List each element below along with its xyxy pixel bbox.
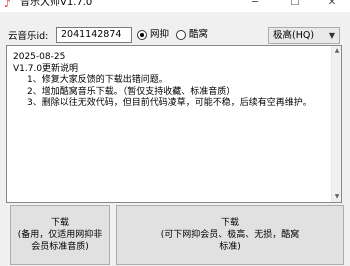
notes-date: 2025-08-25 [13,52,66,62]
download-backup-button[interactable]: 下载 (备用，仅适用网抑非 会员标准音质) [10,205,110,265]
radio-kuwo-label: 酷窝 [189,29,209,40]
download-main-title: 下载 [220,218,239,228]
vertical-scrollbar[interactable]: ▲ ▼ [331,46,341,202]
id-input[interactable]: 2041142874 [56,27,132,43]
release-notes-box[interactable]: 2025-08-25 V1.7.0更新说明 1、修复大家反馈的下载出错问题。 2… [6,45,342,203]
music-note-icon: ♪ [4,0,12,10]
title-bar: ♪ 音乐大师V1.7.0 ─ ☐ ✕ [0,0,350,12]
download-backup-desc: (备用，仅适用网抑非 [17,230,103,240]
download-backup-title: 下载 [50,218,69,228]
notes-heading: V1.7.0更新说明 [13,63,79,74]
radio-unselected-icon [176,30,186,40]
radio-selected-icon [137,30,147,40]
download-main-desc: 标准) [219,242,241,252]
radio-wangyi-label: 网抑 [150,29,170,40]
close-button[interactable]: ✕ [312,0,350,11]
notes-item: 3、删除以往无效代码，但目前代码凌草，可能不稳，后续有空再维护。 [27,98,312,108]
chevron-down-icon: ▼ [328,31,335,40]
scroll-up-arrow-icon[interactable]: ▲ [333,47,341,55]
radio-kuwo[interactable]: 酷窝 [176,29,208,41]
notes-item: 2、增加酷窝音乐下载。（暂仅支持收藏、标准音质） [27,86,236,97]
quality-select-value: 极高(HQ) [273,30,315,41]
window-title: 音乐大师V1.7.0 [20,0,93,8]
radio-wangyi[interactable]: 网抑 [137,29,169,41]
download-main-button[interactable]: 下载 (可下网抑会员、极高、无损，酷窝 标准) [116,205,344,265]
notes-item: 1、修复大家反馈的下载出错问题。 [27,75,168,85]
quality-select[interactable]: 极高(HQ) ▼ [268,27,340,44]
download-backup-desc: 会员标准音质) [31,242,89,252]
id-label: 云音乐id: [8,31,49,42]
download-main-desc: (可下网抑会员、极高、无损，酷窝 [160,230,300,240]
scroll-down-arrow-icon[interactable]: ▼ [333,193,341,201]
maximize-button[interactable]: ☐ [275,0,315,11]
main-panel: 云音乐id: 2041142874 网抑 酷窝 极高(HQ) ▼ 2025-08… [0,12,350,266]
minimize-button[interactable]: ─ [235,0,275,11]
